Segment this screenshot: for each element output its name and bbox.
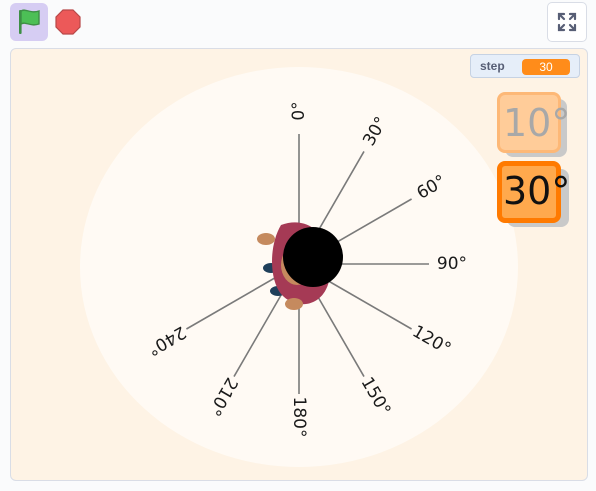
dial-label-90: 90° [437,254,467,274]
angle-card-10-label: 10° [503,101,571,145]
stop-button[interactable] [54,8,82,36]
angle-card-10[interactable]: 10° [497,92,570,153]
angle-card-30[interactable]: 30° [497,161,570,223]
variable-monitor-step: step 30 [470,54,580,78]
character-head [283,227,343,287]
dial-label-180: 180° [289,397,309,438]
fullscreen-icon [557,12,577,32]
monitor-value: 30 [522,59,570,75]
stage[interactable]: 0° 30° 60° 90° 120° 150° 180° 210° 240° step 30 … [10,48,588,481]
monitor-label: step [480,59,505,73]
toolbar [0,0,596,44]
stop-icon [55,9,81,35]
green-flag-button[interactable] [10,3,48,41]
dial-label-0: 0° [289,101,309,120]
fullscreen-button[interactable] [547,2,587,42]
angle-card-30-label: 30° [503,169,571,213]
green-flag-icon [19,9,40,34]
